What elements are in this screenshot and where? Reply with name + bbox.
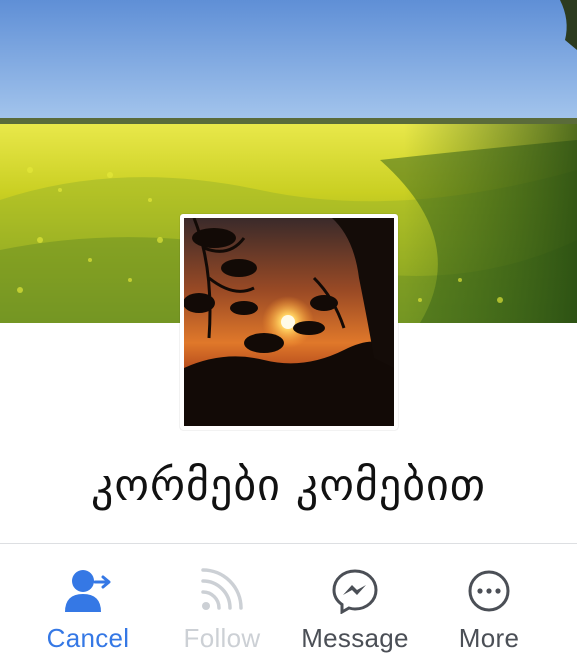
follow-label: Follow: [183, 623, 261, 653]
person-arrow-icon: [63, 568, 113, 614]
more-label: More: [458, 623, 520, 653]
message-label: Message: [301, 623, 409, 653]
message-button[interactable]: Message: [290, 560, 420, 660]
more-button[interactable]: More: [424, 560, 554, 660]
profile-name: კორმები კომებით: [90, 460, 487, 511]
profile-action-bar: Cancel Follow Message More: [0, 560, 577, 670]
more-dots-icon: [464, 568, 514, 614]
cancel-button[interactable]: Cancel: [23, 560, 153, 660]
cancel-label: Cancel: [46, 623, 130, 653]
follow-button[interactable]: Follow: [157, 560, 287, 660]
profile-picture[interactable]: [180, 214, 398, 430]
messenger-icon: [330, 568, 380, 615]
divider: [0, 543, 577, 544]
profile-picture-image: [184, 218, 394, 426]
rss-icon: [197, 568, 247, 614]
